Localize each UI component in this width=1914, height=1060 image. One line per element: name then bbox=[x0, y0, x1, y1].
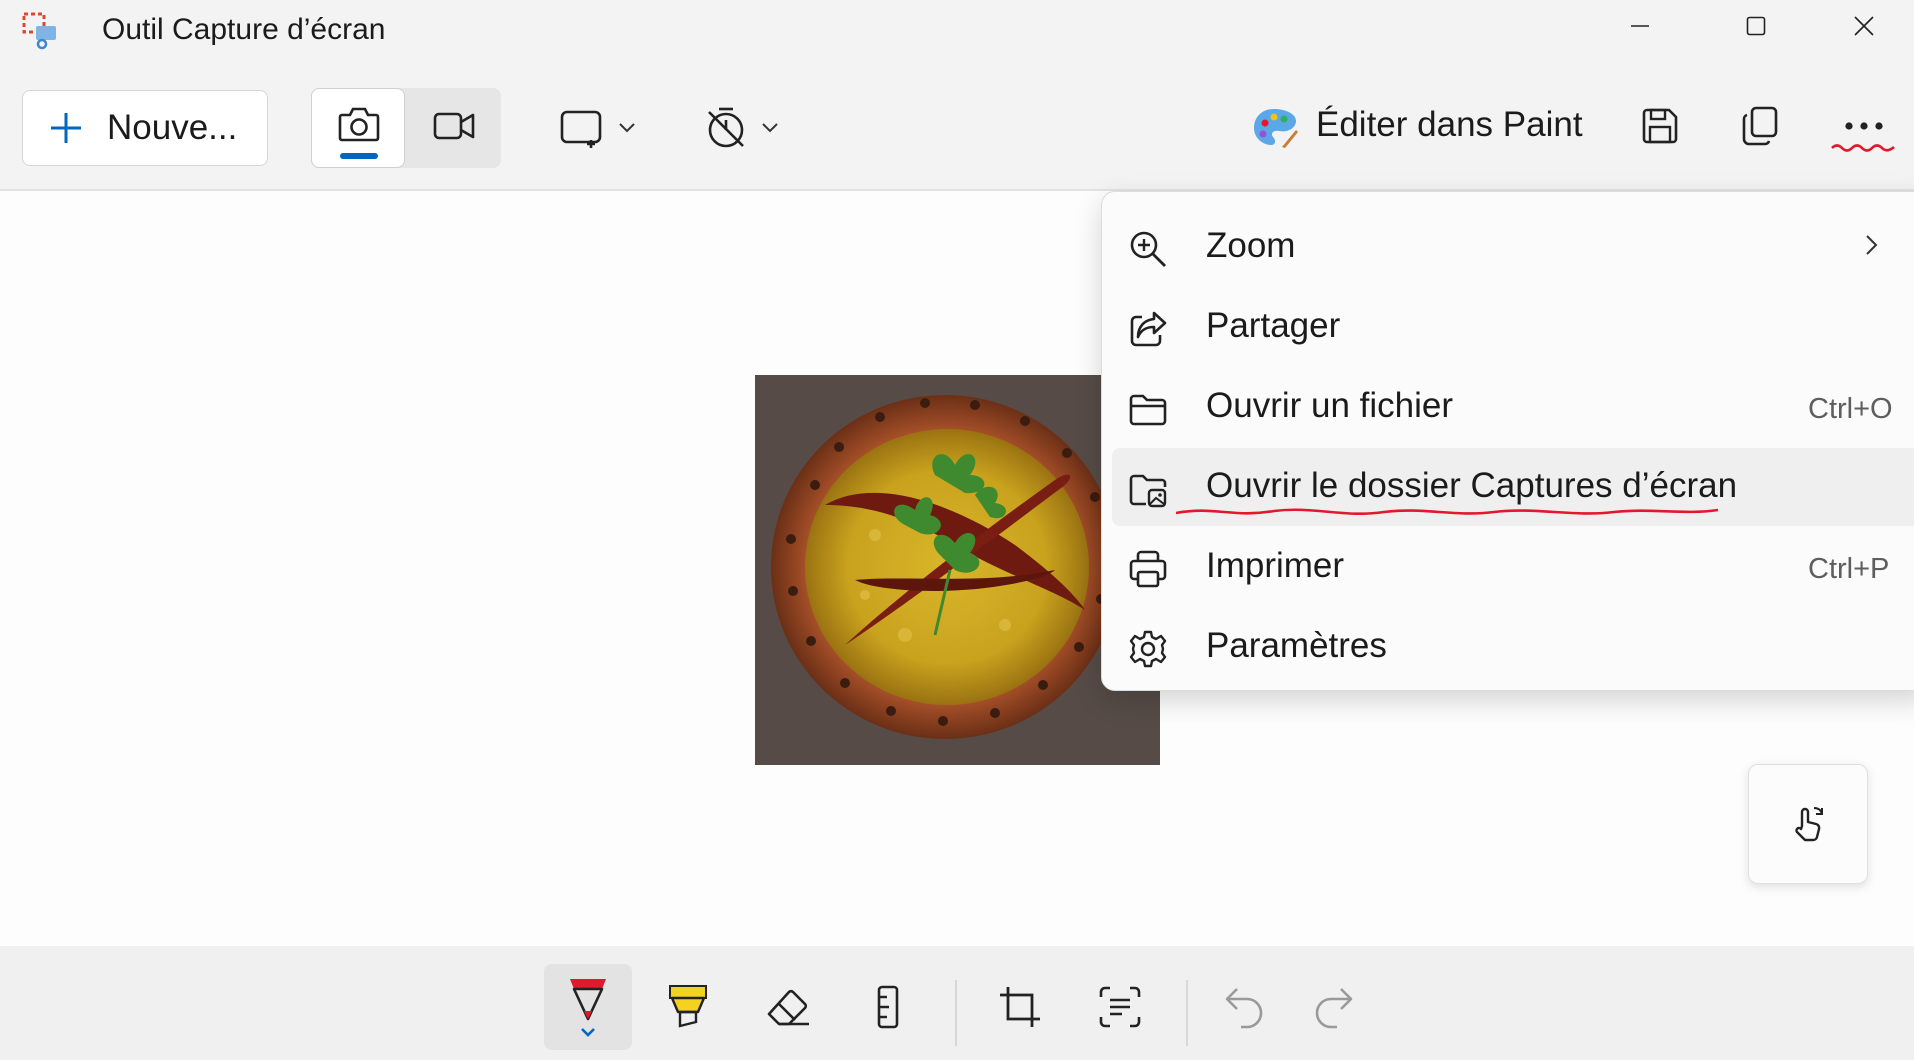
menu-item-label: Ouvrir le dossier Captures d’écran bbox=[1206, 466, 1738, 505]
menu-item-label: Ouvrir un fichier bbox=[1206, 386, 1454, 425]
menu-item-label: Imprimer bbox=[1206, 546, 1345, 585]
plus-icon bbox=[51, 113, 81, 143]
zoom-in-icon bbox=[1130, 231, 1166, 267]
captured-image bbox=[755, 375, 1160, 765]
new-snip-label: Nouve... bbox=[107, 108, 238, 147]
crop-icon bbox=[1000, 987, 1040, 1027]
crop-button[interactable] bbox=[976, 964, 1064, 1050]
capture-mode-toggle bbox=[311, 88, 501, 168]
video-mode-button[interactable] bbox=[407, 88, 501, 168]
maximize-icon bbox=[1746, 16, 1766, 36]
menu-item-shortcut: Ctrl+O bbox=[1808, 393, 1893, 425]
rectangle-snip-icon bbox=[560, 110, 602, 148]
menu-item-open-screenshots-folder[interactable]: Ouvrir le dossier Captures d’écran bbox=[1112, 448, 1914, 526]
close-icon bbox=[1854, 16, 1874, 36]
menu-item-shortcut: Ctrl+P bbox=[1808, 553, 1890, 585]
save-icon bbox=[1642, 108, 1678, 144]
close-button[interactable] bbox=[1814, 0, 1914, 52]
highlighter-icon bbox=[669, 985, 707, 1028]
settings-icon bbox=[1129, 630, 1167, 668]
menu-item-label: Zoom bbox=[1206, 226, 1296, 265]
window-title: Outil Capture d’écran bbox=[102, 13, 386, 46]
snipping-tool-icon bbox=[22, 12, 56, 50]
eraser-icon bbox=[767, 989, 809, 1026]
chevron-down-icon bbox=[619, 123, 635, 133]
chevron-down-icon bbox=[762, 123, 778, 133]
share-icon bbox=[1130, 311, 1167, 347]
minimize-button[interactable] bbox=[1582, 0, 1698, 52]
video-icon bbox=[433, 112, 475, 140]
toolbar: Nouve... Éditer dans Paint bbox=[0, 62, 1914, 191]
copy-icon bbox=[1742, 106, 1778, 146]
menu-item-label: Partager bbox=[1206, 306, 1341, 345]
selected-mode-indicator bbox=[340, 153, 378, 159]
menu-item-share[interactable]: Partager bbox=[1112, 288, 1914, 366]
more-options-menu: Zoom Partager Ouvrir un fichier Ctrl+O O… bbox=[1101, 191, 1914, 691]
copy-button[interactable] bbox=[1720, 86, 1800, 166]
timer-off-icon bbox=[708, 107, 744, 148]
menu-item-print[interactable]: Imprimer Ctrl+P bbox=[1112, 528, 1914, 606]
undo-button[interactable] bbox=[1200, 964, 1288, 1050]
photo-mode-button[interactable] bbox=[311, 88, 405, 168]
touch-writing-button[interactable] bbox=[1748, 764, 1868, 884]
edit-in-paint-label: Éditer dans Paint bbox=[1316, 105, 1583, 144]
chevron-right-icon bbox=[1866, 235, 1878, 255]
touch-writing-icon bbox=[1795, 807, 1823, 842]
ruler-button[interactable] bbox=[844, 964, 932, 1050]
title-bar: Outil Capture d’écran bbox=[0, 0, 1914, 62]
redo-button[interactable] bbox=[1290, 964, 1378, 1050]
toolbar-divider bbox=[1186, 980, 1188, 1046]
ruler-icon bbox=[877, 985, 899, 1029]
camera-icon bbox=[338, 107, 380, 142]
text-actions-button[interactable] bbox=[1076, 964, 1164, 1050]
redo-icon bbox=[1315, 988, 1353, 1029]
new-snip-button[interactable]: Nouve... bbox=[22, 90, 268, 166]
ballpoint-pen-button[interactable] bbox=[544, 964, 632, 1050]
menu-item-settings[interactable]: Paramètres bbox=[1112, 608, 1914, 686]
save-button[interactable] bbox=[1620, 86, 1700, 166]
folder-image-icon bbox=[1129, 474, 1167, 508]
pen-icon bbox=[570, 979, 606, 1037]
folder-icon bbox=[1129, 394, 1167, 426]
maximize-button[interactable] bbox=[1698, 0, 1814, 52]
highlighter-button[interactable] bbox=[644, 964, 732, 1050]
eraser-button[interactable] bbox=[744, 964, 832, 1050]
menu-item-zoom[interactable]: Zoom bbox=[1112, 208, 1914, 286]
paint-icon bbox=[1254, 109, 1298, 148]
markup-toolbar bbox=[0, 946, 1914, 1060]
minimize-icon bbox=[1631, 25, 1649, 27]
menu-item-underline-annotation bbox=[1175, 508, 1719, 515]
printer-icon bbox=[1129, 550, 1167, 588]
menu-item-label: Paramètres bbox=[1206, 626, 1387, 665]
delay-timer-dropdown[interactable] bbox=[692, 88, 792, 168]
text-actions-icon bbox=[1099, 986, 1141, 1028]
more-icon bbox=[1845, 122, 1883, 130]
more-button-underline-annotation bbox=[1831, 144, 1895, 152]
menu-item-open-file[interactable]: Ouvrir un fichier Ctrl+O bbox=[1112, 368, 1914, 446]
undo-icon bbox=[1225, 988, 1263, 1029]
snip-shape-dropdown[interactable] bbox=[548, 88, 648, 168]
toolbar-divider bbox=[955, 980, 957, 1046]
